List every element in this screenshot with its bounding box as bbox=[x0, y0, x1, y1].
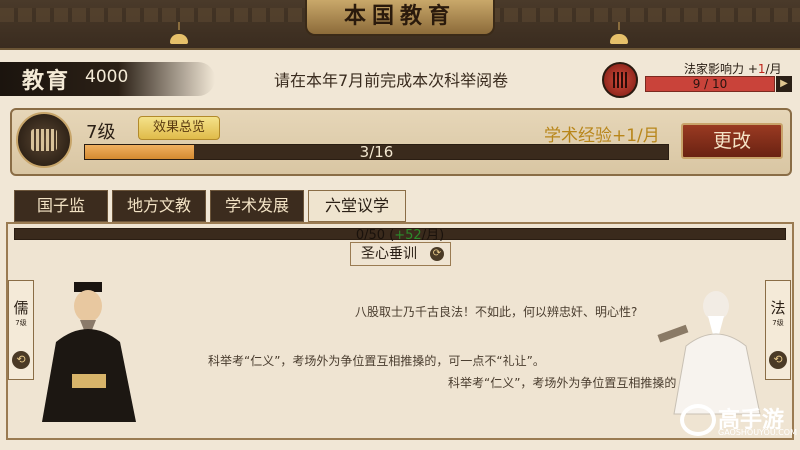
refresh-icon: ⟳ bbox=[430, 247, 444, 261]
scroll-school-icon bbox=[16, 112, 72, 168]
legalist-scholar-figure bbox=[657, 291, 761, 415]
confucian-school-level: 7级 bbox=[15, 319, 27, 327]
imperial-training-label: 圣心垂训 bbox=[361, 246, 417, 262]
level-progress-bar: 3/16 bbox=[84, 143, 669, 161]
quote-line: 科举考“仁义”，考场外为争位置互相推搡的，可一点不“礼让”。 bbox=[208, 354, 545, 368]
progress-text: 3/16 bbox=[359, 143, 394, 161]
confucian-school-name: 儒 bbox=[13, 299, 29, 317]
legalism-badge-icon[interactable] bbox=[602, 62, 638, 98]
tab-six-halls-debate[interactable]: 六堂议学 bbox=[308, 190, 406, 222]
change-button[interactable]: 更改 bbox=[681, 123, 783, 159]
expand-arrow-icon[interactable]: ▶ bbox=[776, 76, 792, 92]
quote-line: 科举考“仁义”，考场外为争位置互相推搡的 bbox=[448, 376, 677, 390]
education-value: 4000 bbox=[85, 67, 129, 87]
legalist-school-card[interactable]: 法 7级 ⟲ bbox=[765, 280, 791, 380]
imperial-training-button[interactable]: 圣心垂训 ⟳ bbox=[350, 242, 451, 266]
education-label: 教育 bbox=[22, 68, 71, 94]
effects-overview-button[interactable]: 效果总览 bbox=[138, 116, 220, 140]
legalist-school-name: 法 bbox=[770, 299, 786, 317]
confucian-scholar-figure bbox=[42, 282, 136, 422]
swap-icon[interactable]: ⟲ bbox=[769, 351, 787, 369]
tab-bar: 国子监 地方文教 学术发展 六堂议学 bbox=[14, 190, 406, 222]
quota-text: 0/50 (+52/月) bbox=[355, 228, 445, 243]
watermark-logo: 高手游 GAOSHOUYOU.COM bbox=[680, 398, 797, 442]
level-panel bbox=[10, 108, 792, 176]
influence-value: 9 / 10 bbox=[692, 77, 728, 91]
watermark-url: GAOSHOUYOU.COM bbox=[718, 428, 798, 437]
tab-imperial-academy[interactable]: 国子监 bbox=[14, 190, 108, 222]
tab-academic-development[interactable]: 学术发展 bbox=[210, 190, 304, 222]
quote-line: 八股取士乃千古良法！不如此，何以辨忠奸、明心性? bbox=[355, 305, 638, 319]
page-title: 本国教育 bbox=[305, 0, 495, 36]
level-text: 7级 bbox=[86, 122, 116, 143]
swap-icon[interactable]: ⟲ bbox=[12, 351, 30, 369]
exam-instruction: 请在本年7月前完成本次科举阅卷 bbox=[274, 71, 509, 90]
influence-bar: 9 / 10 bbox=[645, 76, 775, 92]
legalist-school-level: 7级 bbox=[772, 319, 784, 327]
influence-label: 法家影响力 +1/月 bbox=[684, 62, 782, 76]
tab-local-education[interactable]: 地方文教 bbox=[112, 190, 206, 222]
lantern-icon bbox=[610, 22, 628, 46]
g-logo-icon bbox=[680, 404, 716, 436]
confucian-school-card[interactable]: 儒 7级 ⟲ bbox=[8, 280, 34, 380]
lantern-icon bbox=[170, 22, 188, 46]
